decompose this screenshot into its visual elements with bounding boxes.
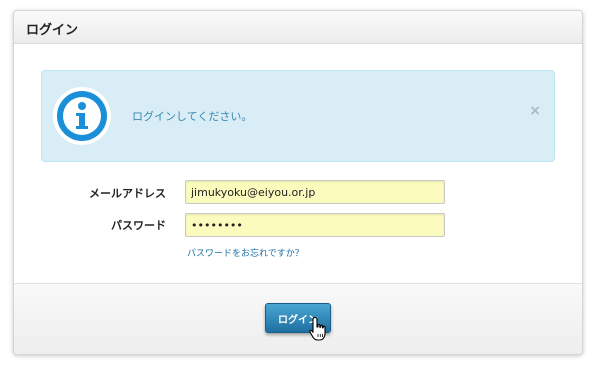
forgot-password-link[interactable]: パスワードをお忘れですか？ (187, 246, 304, 259)
password-field[interactable] (185, 213, 445, 237)
login-panel: ログイン ログインしてください。 × メールアドレス パスワード パスワードをお… (13, 10, 583, 355)
email-label: メールアドレス (89, 187, 166, 200)
info-icon (53, 87, 111, 145)
panel-title: ログイン (26, 23, 79, 38)
panel-header: ログイン (14, 11, 582, 44)
password-label: パスワード (111, 219, 166, 232)
email-field[interactable] (185, 180, 445, 204)
close-icon[interactable]: × (529, 104, 541, 118)
alert-message: ログインしてください。 (132, 110, 253, 123)
hand-pointer-icon (309, 316, 326, 341)
info-alert: ログインしてください。 × (41, 70, 555, 162)
panel-footer: ログイン (14, 283, 582, 354)
